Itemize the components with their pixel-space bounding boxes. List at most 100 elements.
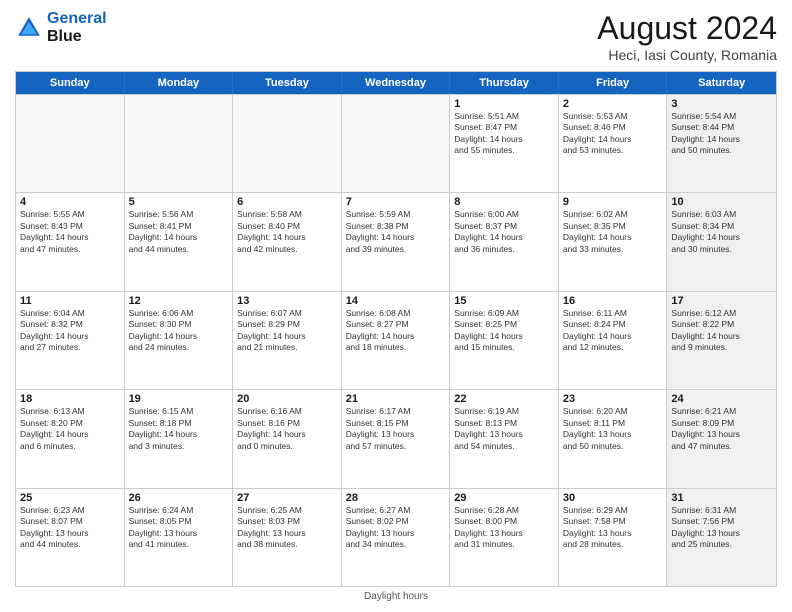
day-number: 30 (563, 492, 663, 504)
logo-text: General Blue (47, 10, 107, 45)
day-number: 7 (346, 196, 446, 208)
day-info: Sunrise: 5:58 AM Sunset: 8:40 PM Dayligh… (237, 209, 337, 255)
day-cell-25: 25Sunrise: 6:23 AM Sunset: 8:07 PM Dayli… (16, 489, 125, 586)
day-info: Sunrise: 6:11 AM Sunset: 8:24 PM Dayligh… (563, 308, 663, 354)
day-number: 25 (20, 492, 120, 504)
empty-cell (342, 95, 451, 192)
day-cell-16: 16Sunrise: 6:11 AM Sunset: 8:24 PM Dayli… (559, 292, 668, 389)
day-number: 3 (671, 98, 772, 110)
day-number: 19 (129, 393, 229, 405)
day-number: 1 (454, 98, 554, 110)
day-number: 29 (454, 492, 554, 504)
day-number: 13 (237, 295, 337, 307)
day-number: 23 (563, 393, 663, 405)
logo-icon (15, 14, 43, 42)
day-cell-31: 31Sunrise: 6:31 AM Sunset: 7:56 PM Dayli… (667, 489, 776, 586)
logo: General Blue (15, 10, 107, 45)
day-cell-2: 2Sunrise: 5:53 AM Sunset: 8:46 PM Daylig… (559, 95, 668, 192)
page: General Blue August 2024 Heci, Iasi Coun… (0, 0, 792, 612)
day-cell-19: 19Sunrise: 6:15 AM Sunset: 8:18 PM Dayli… (125, 390, 234, 487)
calendar-row-3: 11Sunrise: 6:04 AM Sunset: 8:32 PM Dayli… (16, 291, 776, 389)
day-info: Sunrise: 6:28 AM Sunset: 8:00 PM Dayligh… (454, 505, 554, 551)
day-info: Sunrise: 6:07 AM Sunset: 8:29 PM Dayligh… (237, 308, 337, 354)
calendar: SundayMondayTuesdayWednesdayThursdayFrid… (15, 71, 777, 587)
day-cell-1: 1Sunrise: 5:51 AM Sunset: 8:47 PM Daylig… (450, 95, 559, 192)
day-info: Sunrise: 5:59 AM Sunset: 8:38 PM Dayligh… (346, 209, 446, 255)
calendar-row-2: 4Sunrise: 5:55 AM Sunset: 8:43 PM Daylig… (16, 192, 776, 290)
day-cell-18: 18Sunrise: 6:13 AM Sunset: 8:20 PM Dayli… (16, 390, 125, 487)
day-cell-23: 23Sunrise: 6:20 AM Sunset: 8:11 PM Dayli… (559, 390, 668, 487)
day-number: 8 (454, 196, 554, 208)
day-number: 11 (20, 295, 120, 307)
day-cell-10: 10Sunrise: 6:03 AM Sunset: 8:34 PM Dayli… (667, 193, 776, 290)
day-number: 6 (237, 196, 337, 208)
day-info: Sunrise: 6:16 AM Sunset: 8:16 PM Dayligh… (237, 406, 337, 452)
day-info: Sunrise: 6:09 AM Sunset: 8:25 PM Dayligh… (454, 308, 554, 354)
day-cell-20: 20Sunrise: 6:16 AM Sunset: 8:16 PM Dayli… (233, 390, 342, 487)
calendar-body: 1Sunrise: 5:51 AM Sunset: 8:47 PM Daylig… (16, 94, 776, 586)
day-info: Sunrise: 6:20 AM Sunset: 8:11 PM Dayligh… (563, 406, 663, 452)
calendar-row-5: 25Sunrise: 6:23 AM Sunset: 8:07 PM Dayli… (16, 488, 776, 586)
day-cell-28: 28Sunrise: 6:27 AM Sunset: 8:02 PM Dayli… (342, 489, 451, 586)
day-cell-3: 3Sunrise: 5:54 AM Sunset: 8:44 PM Daylig… (667, 95, 776, 192)
day-info: Sunrise: 6:04 AM Sunset: 8:32 PM Dayligh… (20, 308, 120, 354)
day-info: Sunrise: 6:23 AM Sunset: 8:07 PM Dayligh… (20, 505, 120, 551)
subtitle: Heci, Iasi County, Romania (597, 47, 777, 63)
day-cell-30: 30Sunrise: 6:29 AM Sunset: 7:58 PM Dayli… (559, 489, 668, 586)
day-cell-5: 5Sunrise: 5:56 AM Sunset: 8:41 PM Daylig… (125, 193, 234, 290)
day-info: Sunrise: 6:13 AM Sunset: 8:20 PM Dayligh… (20, 406, 120, 452)
footer-note: Daylight hours (15, 591, 777, 602)
weekday-header-thursday: Thursday (450, 72, 559, 94)
calendar-row-4: 18Sunrise: 6:13 AM Sunset: 8:20 PM Dayli… (16, 389, 776, 487)
day-number: 26 (129, 492, 229, 504)
day-info: Sunrise: 6:29 AM Sunset: 7:58 PM Dayligh… (563, 505, 663, 551)
day-number: 12 (129, 295, 229, 307)
day-info: Sunrise: 5:51 AM Sunset: 8:47 PM Dayligh… (454, 111, 554, 157)
day-info: Sunrise: 6:25 AM Sunset: 8:03 PM Dayligh… (237, 505, 337, 551)
day-number: 20 (237, 393, 337, 405)
day-number: 31 (671, 492, 772, 504)
day-cell-8: 8Sunrise: 6:00 AM Sunset: 8:37 PM Daylig… (450, 193, 559, 290)
day-number: 18 (20, 393, 120, 405)
weekday-header-tuesday: Tuesday (233, 72, 342, 94)
day-info: Sunrise: 5:56 AM Sunset: 8:41 PM Dayligh… (129, 209, 229, 255)
day-cell-7: 7Sunrise: 5:59 AM Sunset: 8:38 PM Daylig… (342, 193, 451, 290)
day-cell-12: 12Sunrise: 6:06 AM Sunset: 8:30 PM Dayli… (125, 292, 234, 389)
day-info: Sunrise: 6:27 AM Sunset: 8:02 PM Dayligh… (346, 505, 446, 551)
day-number: 10 (671, 196, 772, 208)
day-info: Sunrise: 6:21 AM Sunset: 8:09 PM Dayligh… (671, 406, 772, 452)
day-cell-4: 4Sunrise: 5:55 AM Sunset: 8:43 PM Daylig… (16, 193, 125, 290)
calendar-row-1: 1Sunrise: 5:51 AM Sunset: 8:47 PM Daylig… (16, 94, 776, 192)
day-cell-21: 21Sunrise: 6:17 AM Sunset: 8:15 PM Dayli… (342, 390, 451, 487)
day-info: Sunrise: 6:31 AM Sunset: 7:56 PM Dayligh… (671, 505, 772, 551)
header: General Blue August 2024 Heci, Iasi Coun… (15, 10, 777, 63)
empty-cell (233, 95, 342, 192)
weekday-header-friday: Friday (559, 72, 668, 94)
weekday-header-sunday: Sunday (16, 72, 125, 94)
day-info: Sunrise: 6:15 AM Sunset: 8:18 PM Dayligh… (129, 406, 229, 452)
empty-cell (125, 95, 234, 192)
empty-cell (16, 95, 125, 192)
day-info: Sunrise: 6:08 AM Sunset: 8:27 PM Dayligh… (346, 308, 446, 354)
day-cell-15: 15Sunrise: 6:09 AM Sunset: 8:25 PM Dayli… (450, 292, 559, 389)
day-info: Sunrise: 5:55 AM Sunset: 8:43 PM Dayligh… (20, 209, 120, 255)
weekday-header-saturday: Saturday (667, 72, 776, 94)
day-number: 21 (346, 393, 446, 405)
day-info: Sunrise: 6:00 AM Sunset: 8:37 PM Dayligh… (454, 209, 554, 255)
day-cell-27: 27Sunrise: 6:25 AM Sunset: 8:03 PM Dayli… (233, 489, 342, 586)
day-info: Sunrise: 6:02 AM Sunset: 8:35 PM Dayligh… (563, 209, 663, 255)
day-number: 17 (671, 295, 772, 307)
day-number: 22 (454, 393, 554, 405)
day-cell-17: 17Sunrise: 6:12 AM Sunset: 8:22 PM Dayli… (667, 292, 776, 389)
weekday-header-monday: Monday (125, 72, 234, 94)
day-cell-9: 9Sunrise: 6:02 AM Sunset: 8:35 PM Daylig… (559, 193, 668, 290)
day-cell-13: 13Sunrise: 6:07 AM Sunset: 8:29 PM Dayli… (233, 292, 342, 389)
day-number: 27 (237, 492, 337, 504)
day-cell-11: 11Sunrise: 6:04 AM Sunset: 8:32 PM Dayli… (16, 292, 125, 389)
day-number: 24 (671, 393, 772, 405)
day-cell-14: 14Sunrise: 6:08 AM Sunset: 8:27 PM Dayli… (342, 292, 451, 389)
day-number: 16 (563, 295, 663, 307)
day-cell-26: 26Sunrise: 6:24 AM Sunset: 8:05 PM Dayli… (125, 489, 234, 586)
day-info: Sunrise: 5:53 AM Sunset: 8:46 PM Dayligh… (563, 111, 663, 157)
day-info: Sunrise: 6:06 AM Sunset: 8:30 PM Dayligh… (129, 308, 229, 354)
